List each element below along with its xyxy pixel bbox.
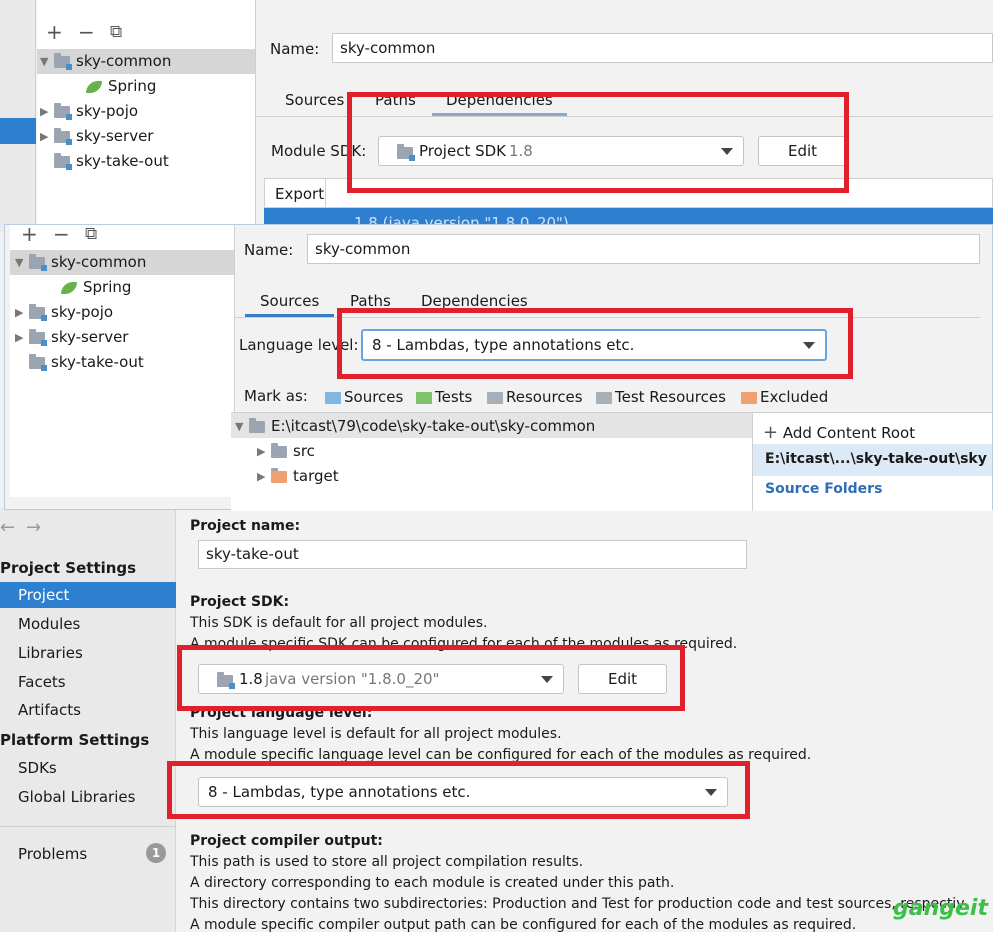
remove-icon[interactable]: − [78, 22, 95, 42]
folder-icon [271, 467, 287, 483]
nav-item-problems[interactable]: Problems [18, 845, 87, 863]
lang-desc1: This language level is default for all p… [190, 726, 562, 742]
nav-item-artifacts[interactable]: Artifacts [18, 701, 81, 719]
tree-item-sky-take-out[interactable]: sky-take-out [29, 350, 144, 374]
platform-settings-header: Platform Settings [0, 731, 150, 749]
collapsed-icon: ▶ [257, 444, 266, 458]
tree-item-sky-take-out[interactable]: sky-take-out [54, 149, 169, 173]
copy-icon[interactable]: ⧉ [110, 22, 122, 42]
nav-item-project-label[interactable]: Project [18, 586, 69, 604]
source-folders-label: Source Folders [765, 481, 883, 497]
nav-item-facets[interactable]: Facets [18, 673, 66, 691]
collapsed-icon: ▶ [40, 104, 49, 118]
highlight-box-sdk [177, 645, 685, 711]
project-settings-header: Project Settings [0, 559, 137, 577]
add-icon[interactable]: + [21, 224, 38, 244]
compiler-desc2: A directory corresponding to each module… [190, 875, 675, 891]
test-resources-folder-icon [596, 391, 612, 404]
mark-as-tests[interactable]: Tests [416, 388, 472, 406]
spring-icon [61, 281, 77, 294]
mark-as-label: Mark as: [244, 387, 308, 405]
collapsed-icon: ▶ [15, 330, 24, 344]
problems-count-badge: 1 [146, 843, 166, 863]
tree-item-spring[interactable]: Spring [86, 74, 156, 98]
mark-as-sources[interactable]: Sources [325, 388, 403, 406]
add-icon[interactable]: + [46, 22, 63, 42]
folder-icon [249, 417, 265, 433]
mark-as-excluded[interactable]: Excluded [741, 388, 828, 406]
sources-folder-icon [325, 391, 341, 404]
tree-item-sky-pojo[interactable]: ▶ sky-pojo [15, 300, 113, 324]
module-icon [29, 303, 47, 321]
expanded-icon: ▼ [235, 419, 244, 433]
nav-item-global-libraries[interactable]: Global Libraries [18, 788, 135, 806]
project-name-input[interactable]: sky-take-out [198, 540, 747, 569]
folder-icon [271, 442, 287, 458]
highlight-box-lang [167, 761, 750, 819]
mark-as-resources[interactable]: Resources [487, 388, 583, 406]
top-name-label: Name: [270, 40, 320, 58]
tree-item-sky-server[interactable]: ▶ sky-server [40, 124, 153, 148]
top-left-strip-selection [0, 118, 36, 144]
collapsed-icon: ▶ [40, 129, 49, 143]
mark-as-test-resources[interactable]: Test Resources [596, 388, 726, 406]
export-column-header: Export [275, 185, 325, 203]
compiler-desc4: A module specific compiler output path c… [190, 917, 857, 932]
module-icon [29, 328, 47, 346]
project-sdk-label: Project SDK: [190, 594, 290, 610]
bottom-window: ← → Project Settings Project Modules Lib… [0, 508, 993, 932]
copy-icon[interactable]: ⧉ [85, 224, 97, 244]
nav-item-sdks[interactable]: SDKs [18, 759, 57, 777]
tests-folder-icon [416, 391, 432, 404]
resources-folder-icon [487, 391, 503, 404]
nav-item-libraries[interactable]: Libraries [18, 644, 83, 662]
tab-sources[interactable]: Sources [285, 91, 344, 109]
module-icon [54, 102, 72, 120]
column-divider [325, 179, 326, 207]
nav-item-modules[interactable]: Modules [18, 615, 80, 633]
module-icon [54, 52, 72, 70]
compiler-desc1: This path is used to store all project c… [190, 854, 584, 870]
highlight-box-language-level [337, 308, 853, 379]
collapsed-icon: ▶ [15, 305, 24, 319]
back-icon[interactable]: ← [0, 517, 15, 538]
tab-sources[interactable]: Sources [260, 292, 319, 310]
mid-name-label: Name: [244, 241, 294, 259]
remove-icon[interactable]: − [53, 224, 70, 244]
module-icon [29, 253, 47, 271]
tree-item-target[interactable]: ▶ target [257, 464, 339, 488]
module-icon [29, 353, 47, 371]
top-left-strip [0, 0, 36, 232]
tree-item-sky-pojo[interactable]: ▶ sky-pojo [40, 99, 138, 123]
project-sdk-desc1: This SDK is default for all project modu… [190, 615, 488, 631]
module-icon [54, 127, 72, 145]
tree-item-src[interactable]: ▶ src [257, 439, 315, 463]
excluded-folder-icon [741, 391, 757, 404]
module-icon [54, 152, 72, 170]
highlight-box-module-sdk [347, 92, 849, 193]
plus-icon: + [763, 422, 779, 443]
mid-name-input[interactable]: sky-common [307, 234, 980, 264]
content-root-item[interactable]: ▼ E:\itcast\79\code\sky-take-out\sky-comm… [235, 414, 595, 438]
tree-item-spring[interactable]: Spring [61, 275, 131, 299]
project-name-label: Project name: [190, 518, 301, 534]
watermark-logo: gangeit [893, 896, 988, 921]
nav-divider [0, 826, 176, 827]
content-root-short-path: E:\itcast\...\sky-take-out\sky [765, 451, 987, 467]
tree-item-sky-common[interactable]: ▼ sky-common [40, 49, 171, 73]
top-name-input[interactable]: sky-common [332, 33, 993, 63]
expanded-icon: ▼ [15, 255, 24, 269]
compiler-output-label: Project compiler output: [190, 833, 383, 849]
expanded-icon: ▼ [40, 54, 49, 68]
compiler-desc3: This directory contains two subdirectori… [190, 896, 965, 912]
forward-icon[interactable]: → [26, 517, 41, 538]
add-content-root-button[interactable]: + Add Content Root [763, 422, 915, 443]
tree-item-sky-common[interactable]: ▼ sky-common [15, 250, 146, 274]
collapsed-icon: ▶ [257, 469, 266, 483]
spring-icon [86, 80, 102, 93]
tree-item-sky-server[interactable]: ▶ sky-server [15, 325, 128, 349]
